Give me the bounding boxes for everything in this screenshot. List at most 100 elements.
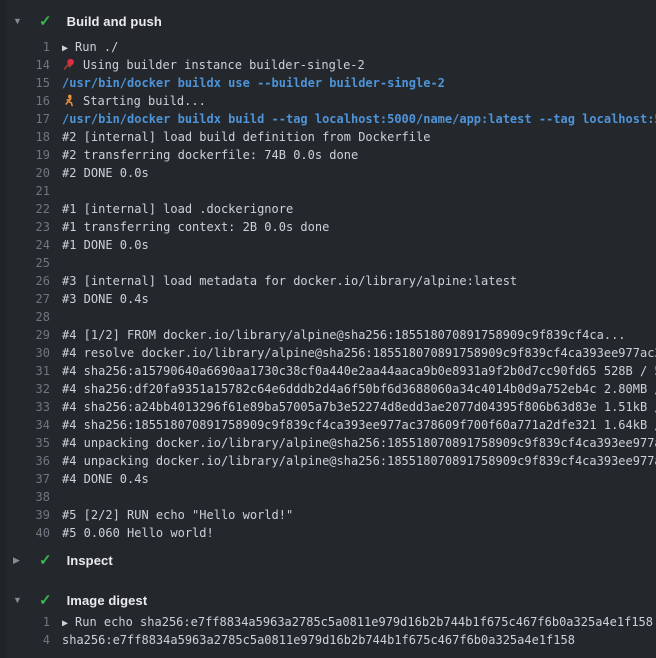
chevron-right-icon[interactable]: ▶ <box>13 556 25 565</box>
actions-log-page: ▼ ✓ Build and push 1▶Run ./14Using build… <box>0 0 656 658</box>
line-number: 16 <box>0 92 50 110</box>
log-text: #3 [internal] load metadata for docker.i… <box>62 272 517 290</box>
log-text: sha256:e7ff8834a5963a2785c5a0811e979d16b… <box>62 631 575 649</box>
step-title: Build and push <box>67 14 162 29</box>
step-section-inspect: ▶ ✓ Inspect <box>0 549 656 571</box>
log-text: #4 unpacking docker.io/library/alpine@sh… <box>62 434 656 452</box>
log-text: #4 resolve docker.io/library/alpine@sha2… <box>62 344 656 362</box>
log-line: 40 #5 0.060 Hello world! <box>0 524 656 542</box>
line-number: 24 <box>0 236 50 254</box>
log-text: #4 sha256:a15790640a6690aa1730c38cf0a440… <box>62 362 656 380</box>
log-line: 25 <box>0 254 656 272</box>
line-number: 34 <box>0 416 50 434</box>
line-number: 26 <box>0 272 50 290</box>
log-line: 15/usr/bin/docker buildx use --builder b… <box>0 74 656 92</box>
line-number: 18 <box>0 128 50 146</box>
log-line: 16 Starting build... <box>0 92 656 110</box>
log-line: 1 ▶Run echo sha256:e7ff8834a5963a2785c5a0… <box>0 613 656 631</box>
log-line: 26 #3 [internal] load metadata for docker… <box>0 272 656 290</box>
log-text: #4 sha256:185518070891758909c9f839cf4ca3… <box>62 416 656 434</box>
chevron-down-icon[interactable]: ▼ <box>13 596 25 605</box>
line-number: 27 <box>0 290 50 308</box>
check-icon: ✓ <box>39 14 52 29</box>
log-text: Starting build... <box>62 92 206 110</box>
log-line: 19#2 transferring dockerfile: 74B 0.0s d… <box>0 146 656 164</box>
log-text: #5 [2/2] RUN echo "Hello world!" <box>62 506 293 524</box>
line-number: 35 <box>0 434 50 452</box>
line-number: 25 <box>0 254 50 272</box>
log-line: 30 #4 resolve docker.io/library/alpine@sh… <box>0 344 656 362</box>
log-text: /usr/bin/docker buildx use --builder bui… <box>62 74 445 92</box>
log-line: 28 <box>0 308 656 326</box>
step-title: Inspect <box>67 553 113 568</box>
line-number: 30 <box>0 344 50 362</box>
step-header-inspect[interactable]: ▶ ✓ Inspect <box>0 549 656 571</box>
log-line: 20 #2 DONE 0.0s <box>0 164 656 182</box>
log-line: 22#1 [internal] load .dockerignore <box>0 200 656 218</box>
log-text: ▶Run ./ <box>62 38 118 58</box>
log-text: #5 0.060 Hello world! <box>62 524 214 542</box>
step-header-image-digest[interactable]: ▼ ✓ Image digest <box>0 589 656 611</box>
check-icon: ✓ <box>39 593 52 608</box>
log-text: /usr/bin/docker buildx build --tag local… <box>62 110 656 128</box>
log-text: #2 DONE 0.0s <box>62 164 149 182</box>
log-line: 38 <box>0 488 656 506</box>
log-line: 17/usr/bin/docker buildx build --tag loc… <box>0 110 656 128</box>
line-number: 1 <box>0 38 50 56</box>
line-number: 31 <box>0 362 50 380</box>
step-header-build-and-push[interactable]: ▼ ✓ Build and push <box>0 0 656 32</box>
log-text: #4 sha256:df20fa9351a15782c64e6dddb2d4a6… <box>62 380 656 398</box>
line-number: 20 <box>0 164 50 182</box>
log-line: 31 #4 sha256:a15790640a6690aa1730c38cf0a4… <box>0 362 656 380</box>
step-title: Image digest <box>67 593 148 608</box>
log-text: #4 unpacking docker.io/library/alpine@sh… <box>62 452 656 470</box>
log-line: 21 <box>0 182 656 200</box>
line-number: 23 <box>0 218 50 236</box>
line-number: 14 <box>0 56 50 74</box>
log-text: #4 sha256:a24bb4013296f61e89ba57005a7b3e… <box>62 398 656 416</box>
log-text: #4 [1/2] FROM docker.io/library/alpine@s… <box>62 326 626 344</box>
line-number: 15 <box>0 74 50 92</box>
log-text: Using builder instance builder-single-2 <box>62 56 365 74</box>
log-line: 32 #4 sha256:df20fa9351a15782c64e6dddb2d4… <box>0 380 656 398</box>
step-section-image-digest: ▼ ✓ Image digest 1 ▶Run echo sha256:e7ff8… <box>0 589 656 649</box>
step-section-build-and-push: ▼ ✓ Build and push 1 ▶Run ./ 14 Using build… <box>0 0 656 542</box>
line-number: 32 <box>0 380 50 398</box>
line-number: 1 <box>0 613 50 631</box>
log-line: 4 sha256:e7ff8834a5963a2785c5a0811e979d16… <box>0 631 656 649</box>
line-number: 4 <box>0 631 50 649</box>
line-number: 17 <box>0 110 50 128</box>
line-number: 19 <box>0 146 50 164</box>
log-line: 1 ▶Run ./ <box>0 38 656 56</box>
line-number: 29 <box>0 326 50 344</box>
check-icon: ✓ <box>39 553 52 568</box>
log-lines-image-digest: 1 ▶Run echo sha256:e7ff8834a5963a2785c5a0… <box>0 613 656 649</box>
runner-icon <box>62 94 76 107</box>
line-number: 33 <box>0 398 50 416</box>
log-line: 18 #2 [internal] load build definition fr… <box>0 128 656 146</box>
log-line: 29 #4 [1/2] FROM docker.io/library/alpine… <box>0 326 656 344</box>
log-text: #1 [internal] load .dockerignore <box>62 200 293 218</box>
pushpin-icon <box>62 58 76 71</box>
log-text: #1 transferring context: 2B 0.0s done <box>62 218 329 236</box>
log-line: 34 #4 sha256:185518070891758909c9f839cf4c… <box>0 416 656 434</box>
chevron-down-icon[interactable]: ▼ <box>13 17 25 26</box>
line-number: 37 <box>0 470 50 488</box>
log-text: #2 [internal] load build definition from… <box>62 128 430 146</box>
log-line: 37 #4 DONE 0.4s <box>0 470 656 488</box>
log-text: #3 DONE 0.4s <box>62 290 149 308</box>
line-number: 39 <box>0 506 50 524</box>
log-line: 36 #4 unpacking docker.io/library/alpine@… <box>0 452 656 470</box>
log-line: 27 #3 DONE 0.4s <box>0 290 656 308</box>
line-number: 38 <box>0 488 50 506</box>
log-text: #4 DONE 0.4s <box>62 470 149 488</box>
log-line: 35 #4 unpacking docker.io/library/alpine@… <box>0 434 656 452</box>
log-line: 39 #5 [2/2] RUN echo "Hello world!" <box>0 506 656 524</box>
log-line: 24#1 DONE 0.0s <box>0 236 656 254</box>
line-number: 21 <box>0 182 50 200</box>
log-line: 33 #4 sha256:a24bb4013296f61e89ba57005a7b… <box>0 398 656 416</box>
left-edge-strip <box>0 0 7 658</box>
log-text: ▶Run echo sha256:e7ff8834a5963a2785c5a08… <box>62 613 653 633</box>
line-number: 36 <box>0 452 50 470</box>
line-number: 40 <box>0 524 50 542</box>
